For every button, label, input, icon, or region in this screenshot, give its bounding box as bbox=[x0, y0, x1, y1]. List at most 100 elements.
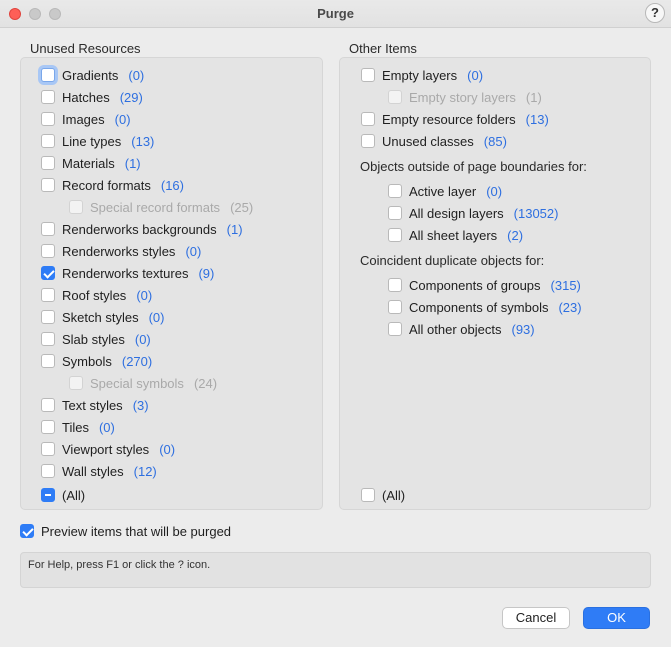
checkbox[interactable] bbox=[41, 222, 55, 236]
item-label: All design layers bbox=[409, 205, 504, 221]
checkbox[interactable] bbox=[41, 156, 55, 170]
checkbox[interactable] bbox=[41, 178, 55, 192]
item-label: Empty layers bbox=[382, 67, 458, 83]
checkbox[interactable] bbox=[361, 112, 375, 126]
item-label: Line types bbox=[62, 133, 122, 149]
item-label: Text styles bbox=[62, 397, 123, 413]
item-count: (0) bbox=[486, 183, 503, 199]
unused-item-wall-styles[interactable]: Wall styles (12) bbox=[41, 462, 157, 480]
unused-resources-title: Unused Resources bbox=[30, 41, 141, 56]
cancel-button[interactable]: Cancel bbox=[502, 607, 570, 629]
unused-item-renderworks-textures[interactable]: Renderworks textures (9) bbox=[41, 264, 214, 282]
checkbox[interactable] bbox=[41, 134, 55, 148]
item-label: Symbols bbox=[62, 353, 112, 369]
dup-item-components-of-groups[interactable]: Components of groups (315) bbox=[388, 276, 581, 294]
checkbox[interactable] bbox=[20, 524, 34, 538]
item-count: (1) bbox=[124, 155, 141, 171]
duplicate-objects-heading: Coincident duplicate objects for: bbox=[360, 253, 545, 268]
checkbox[interactable] bbox=[41, 488, 55, 502]
checkbox[interactable] bbox=[41, 464, 55, 478]
item-count: (85) bbox=[483, 133, 507, 149]
item-label: Renderworks textures bbox=[62, 265, 189, 281]
unused-item-gradients[interactable]: Gradients (0) bbox=[41, 66, 144, 84]
other-item-empty-resource-folders[interactable]: Empty resource folders (13) bbox=[361, 110, 549, 128]
outside-item-all-sheet-layers[interactable]: All sheet layers (2) bbox=[388, 226, 523, 244]
other-item-unused-classes[interactable]: Unused classes (85) bbox=[361, 132, 507, 150]
unused-item-renderworks-backgrounds[interactable]: Renderworks backgrounds (1) bbox=[41, 220, 243, 238]
checkbox[interactable] bbox=[388, 184, 402, 198]
checkbox[interactable] bbox=[41, 266, 55, 280]
checkbox[interactable] bbox=[41, 90, 55, 104]
unused-item-slab-styles[interactable]: Slab styles (0) bbox=[41, 330, 151, 348]
checkbox[interactable] bbox=[361, 488, 375, 502]
unused-item-text-styles[interactable]: Text styles (3) bbox=[41, 396, 149, 414]
item-count: (13052) bbox=[513, 205, 559, 221]
unused-item-roof-styles[interactable]: Roof styles (0) bbox=[41, 286, 152, 304]
checkbox[interactable] bbox=[41, 310, 55, 324]
ok-button[interactable]: OK bbox=[583, 607, 650, 629]
item-count: (3) bbox=[132, 397, 149, 413]
item-label: Roof styles bbox=[62, 287, 127, 303]
item-label: Empty story layers bbox=[409, 89, 516, 105]
checkbox[interactable] bbox=[388, 206, 402, 220]
outside-item-active-layer[interactable]: Active layer (0) bbox=[388, 182, 502, 200]
help-button[interactable]: ? bbox=[645, 3, 665, 23]
checkbox[interactable] bbox=[41, 442, 55, 456]
item-count: (0) bbox=[128, 67, 145, 83]
item-count: (29) bbox=[119, 89, 143, 105]
checkbox[interactable] bbox=[388, 278, 402, 292]
unused-item-symbols[interactable]: Symbols (270) bbox=[41, 352, 152, 370]
help-status-box: For Help, press F1 or click the ? icon. bbox=[20, 552, 651, 588]
unused-item-line-types[interactable]: Line types (13) bbox=[41, 132, 154, 150]
checkbox[interactable] bbox=[41, 332, 55, 346]
unused-item-materials[interactable]: Materials (1) bbox=[41, 154, 141, 172]
item-count: (0) bbox=[98, 419, 115, 435]
checkbox[interactable] bbox=[41, 354, 55, 368]
item-count: (0) bbox=[114, 111, 131, 127]
help-status-text: For Help, press F1 or click the ? icon. bbox=[28, 559, 211, 571]
item-count: (13) bbox=[131, 133, 155, 149]
checkbox[interactable] bbox=[41, 244, 55, 258]
item-count: (0) bbox=[185, 243, 202, 259]
checkbox[interactable] bbox=[41, 288, 55, 302]
item-label: Hatches bbox=[62, 89, 110, 105]
checkbox[interactable] bbox=[41, 420, 55, 434]
other-all-checkbox-row[interactable]: (All) bbox=[361, 486, 405, 504]
item-count: (315) bbox=[550, 277, 581, 293]
unused-item-images[interactable]: Images (0) bbox=[41, 110, 131, 128]
item-count: (0) bbox=[159, 441, 176, 457]
checkbox[interactable] bbox=[41, 112, 55, 126]
checkbox[interactable] bbox=[388, 300, 402, 314]
outside-item-all-design-layers[interactable]: All design layers (13052) bbox=[388, 204, 558, 222]
other-item-empty-story-layers: Empty story layers (1) bbox=[388, 88, 542, 106]
unused-all-checkbox-row[interactable]: (All) bbox=[41, 486, 85, 504]
checkbox[interactable] bbox=[388, 322, 402, 336]
preview-checkbox-row[interactable]: Preview items that will be purged bbox=[20, 522, 231, 540]
unused-item-renderworks-styles[interactable]: Renderworks styles (0) bbox=[41, 242, 201, 260]
checkbox bbox=[69, 200, 83, 214]
checkbox[interactable] bbox=[41, 398, 55, 412]
item-count: (25) bbox=[230, 199, 254, 215]
item-label: Materials bbox=[62, 155, 115, 171]
item-count: (1) bbox=[525, 89, 542, 105]
unused-item-viewport-styles[interactable]: Viewport styles (0) bbox=[41, 440, 175, 458]
other-items-title: Other Items bbox=[349, 41, 417, 56]
item-label: Special symbols bbox=[90, 375, 184, 391]
checkbox[interactable] bbox=[41, 68, 55, 82]
unused-item-tiles[interactable]: Tiles (0) bbox=[41, 418, 115, 436]
unused-item-sketch-styles[interactable]: Sketch styles (0) bbox=[41, 308, 164, 326]
item-count: (23) bbox=[558, 299, 582, 315]
checkbox[interactable] bbox=[361, 134, 375, 148]
checkbox[interactable] bbox=[388, 228, 402, 242]
item-label: Empty resource folders bbox=[382, 111, 516, 127]
unused-item-record-formats[interactable]: Record formats (16) bbox=[41, 176, 184, 194]
unused-item-hatches[interactable]: Hatches (29) bbox=[41, 88, 143, 106]
dup-item-all-other-objects[interactable]: All other objects (93) bbox=[388, 320, 535, 338]
other-item-empty-layers[interactable]: Empty layers (0) bbox=[361, 66, 483, 84]
item-label: Renderworks backgrounds bbox=[62, 221, 217, 237]
item-label: Images bbox=[62, 111, 105, 127]
item-count: (0) bbox=[134, 331, 151, 347]
dup-item-components-of-symbols[interactable]: Components of symbols (23) bbox=[388, 298, 582, 316]
item-label: Tiles bbox=[62, 419, 89, 435]
checkbox[interactable] bbox=[361, 68, 375, 82]
